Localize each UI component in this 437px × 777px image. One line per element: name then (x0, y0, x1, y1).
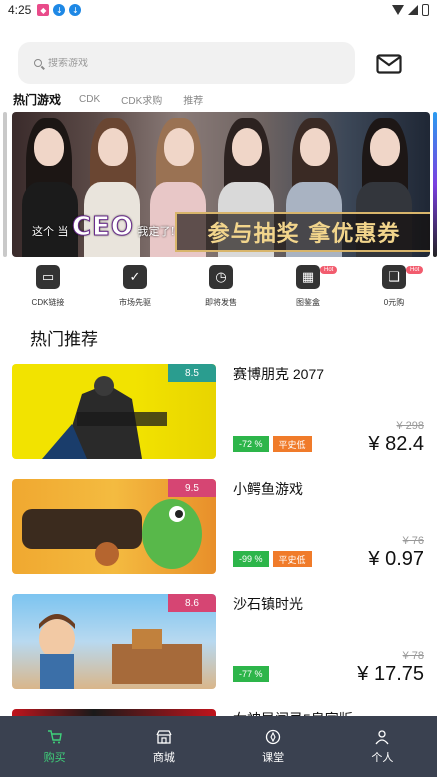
hot-badge: Hot (320, 266, 338, 274)
status-bar: 4:25 ◆ ↓ ↓ (0, 0, 437, 20)
banner-next-peek[interactable] (433, 112, 437, 257)
compass-icon (265, 729, 281, 744)
game-tags: -99 % 平史低 (233, 551, 312, 567)
quick-link-label: 0元购 (383, 298, 405, 307)
nav-buy[interactable]: 购买 (0, 716, 109, 777)
status-time: 4:25 (8, 3, 32, 17)
store-icon (156, 729, 172, 744)
banner-cta[interactable]: 参与抽奖 拿优惠券 (175, 212, 430, 252)
original-price: ¥ 76 (402, 535, 424, 547)
bag-icon: ▭ (36, 265, 60, 289)
banner-title-ceo: CEO (72, 212, 134, 243)
game-tags: -72 % 平史低 (233, 436, 312, 452)
tab-recommend[interactable]: 推荐 (183, 92, 203, 107)
cart-icon (47, 729, 62, 743)
tab-hot-games[interactable]: 热门游戏 (13, 91, 61, 108)
game-thumbnail: 9.5 (12, 479, 216, 574)
score-badge: 9.5 (168, 479, 216, 497)
quick-link-label: CDK链接 (31, 298, 65, 307)
signal-icon (408, 5, 418, 15)
quick-link-box[interactable]: ▦ Hot 图鉴盒 (268, 265, 348, 308)
tab-cdk-buy[interactable]: CDK求购 (121, 92, 162, 107)
tab-cdk[interactable]: CDK (79, 94, 100, 105)
timer-icon: ◷ (209, 265, 233, 289)
nav-profile[interactable]: 个人 (328, 716, 437, 777)
search-icon (34, 59, 42, 67)
discount-badge: -72 % (233, 436, 269, 452)
download-icon-2: ↓ (69, 4, 82, 16)
banner-title: 这个 当 CEO 我定了! (32, 212, 175, 243)
check-icon: ✓ (123, 265, 147, 289)
nav-mall[interactable]: 商城 (109, 716, 218, 777)
banner-prev-peek[interactable] (3, 112, 7, 257)
game-card[interactable]: 8.6 沙石镇时光 -77 % ¥ 78 ¥ 17.75 (12, 594, 430, 689)
historical-low-badge: 平史低 (272, 436, 312, 452)
current-price: ¥ 0.97 (368, 548, 424, 570)
discount-badge: -77 % (233, 666, 269, 682)
app-notification-icon: ◆ (37, 4, 50, 16)
score-badge: 8.6 (168, 594, 216, 612)
mail-icon[interactable] (376, 54, 402, 74)
game-card[interactable]: 9.5 小鳄鱼游戏 -99 % 平史低 ¥ 76 ¥ 0.97 (12, 479, 430, 574)
quick-link-label: 即将发售 (205, 298, 237, 307)
nav-label: 购买 (43, 751, 66, 764)
game-title: 赛博朋克 2077 (233, 366, 325, 382)
nav-label: 个人 (371, 751, 394, 764)
current-price: ¥ 17.75 (357, 663, 424, 685)
battery-icon (422, 4, 429, 16)
game-card[interactable]: 8.5 赛博朋克 2077 -72 % 平史低 ¥ 298 ¥ 82.4 (12, 364, 430, 459)
bottom-nav: 购买 商城 课堂 个人 (0, 716, 437, 777)
quick-link-cdk[interactable]: ▭ CDK链接 (8, 265, 88, 308)
nav-label: 商城 (152, 751, 175, 764)
promo-banner[interactable]: 这个 当 CEO 我定了! 参与抽奖 拿优惠券 (12, 112, 430, 257)
discount-badge: -99 % (233, 551, 269, 567)
historical-low-badge: 平史低 (272, 551, 312, 567)
game-thumbnail: 8.6 (12, 594, 216, 689)
box-icon: ▦ (296, 265, 320, 289)
section-title: 热门推荐 (30, 330, 98, 350)
nav-label: 课堂 (262, 751, 285, 764)
download-icon: ↓ (53, 4, 66, 16)
wifi-icon (392, 5, 404, 15)
search-input[interactable] (48, 57, 308, 69)
user-icon (375, 729, 389, 744)
search-bar[interactable] (18, 42, 355, 84)
game-title: 沙石镇时光 (233, 596, 303, 612)
quick-link-label: 图鉴盒 (296, 298, 320, 307)
game-title: 小鳄鱼游戏 (233, 481, 303, 497)
hot-badge: Hot (406, 266, 424, 274)
nav-class[interactable]: 课堂 (219, 716, 328, 777)
banner-cta-label: 参与抽奖 拿优惠券 (207, 222, 401, 247)
quick-links: ▭ CDK链接 ✓ 市场先驱 ◷ 即将发售 ▦ Hot 图鉴盒 ❑ Hot 0元… (0, 265, 437, 315)
original-price: ¥ 298 (396, 420, 424, 432)
gift-icon: ❑ (382, 265, 406, 289)
game-tags: -77 % (233, 666, 269, 682)
score-badge: 8.5 (168, 364, 216, 382)
current-price: ¥ 82.4 (368, 433, 424, 455)
quick-link-label: 市场先驱 (119, 298, 151, 307)
quick-link-free[interactable]: ❑ Hot 0元购 (354, 265, 434, 308)
banner-title-part-3: 我定了! (137, 225, 175, 238)
quick-link-upcoming[interactable]: ◷ 即将发售 (181, 265, 261, 308)
original-price: ¥ 78 (402, 650, 424, 662)
category-tabs: 热门游戏 CDK CDK求购 推荐 (13, 90, 224, 108)
game-thumbnail: 8.5 (12, 364, 216, 459)
quick-link-market[interactable]: ✓ 市场先驱 (95, 265, 175, 308)
banner-title-part-1: 这个 (32, 225, 54, 238)
banner-title-part-2: 当 (57, 225, 69, 238)
